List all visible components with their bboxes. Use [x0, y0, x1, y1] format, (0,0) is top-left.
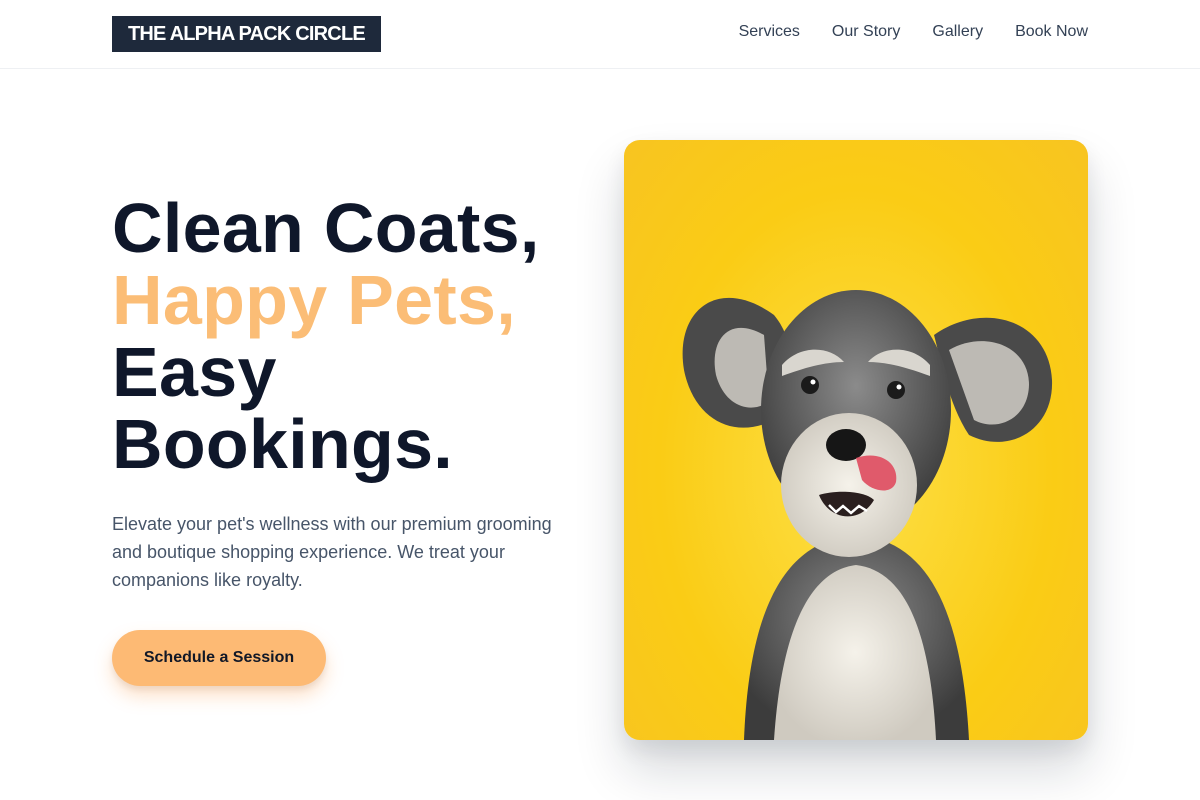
- brand-logo[interactable]: THE ALPHA PACK CIRCLE: [112, 16, 381, 52]
- nav-link-gallery[interactable]: Gallery: [932, 22, 983, 42]
- hero-dog-image: [624, 140, 1088, 740]
- nav-link-services[interactable]: Services: [739, 22, 800, 42]
- hero-content: Clean Coats, Happy Pets, Easy Bookings. …: [112, 192, 582, 686]
- main-nav: Services Our Story Gallery Book Now: [739, 22, 1088, 42]
- schedule-session-button[interactable]: Schedule a Session: [112, 630, 326, 686]
- site-header: THE ALPHA PACK CIRCLE Services Our Story…: [0, 0, 1200, 69]
- hero-headline: Clean Coats, Happy Pets, Easy Bookings.: [112, 192, 582, 480]
- nav-link-our-story[interactable]: Our Story: [832, 22, 900, 42]
- headline-line-2-accent: Happy Pets,: [112, 261, 516, 339]
- headline-line-4: Bookings.: [112, 405, 454, 483]
- schnauzer-puppy-illustration: [682, 290, 1053, 740]
- nav-link-book-now[interactable]: Book Now: [1015, 22, 1088, 42]
- headline-line-1: Clean Coats,: [112, 189, 540, 267]
- headline-line-3: Easy: [112, 333, 277, 411]
- hero-description: Elevate your pet's wellness with our pre…: [112, 514, 552, 590]
